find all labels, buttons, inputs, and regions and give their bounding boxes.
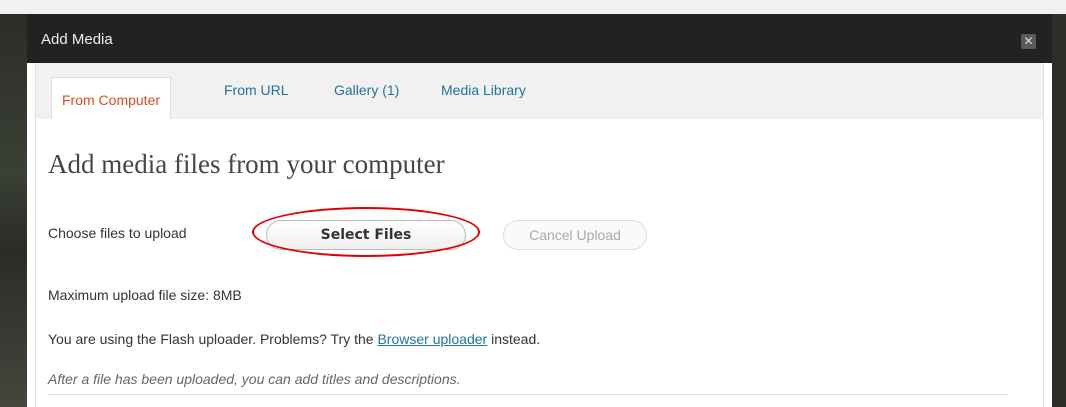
add-media-dialog: Add Media ✕ From Computer From URL Galle… xyxy=(27,14,1052,407)
select-files-button[interactable]: Select Files xyxy=(266,220,466,250)
tab-from-url[interactable]: From URL xyxy=(224,76,289,110)
divider xyxy=(48,394,1008,395)
flash-uploader-notice: You are using the Flash uploader. Proble… xyxy=(48,331,540,347)
backdrop-left xyxy=(0,14,27,407)
tab-from-computer[interactable]: From Computer xyxy=(51,77,172,121)
close-icon[interactable]: ✕ xyxy=(1021,34,1036,49)
dialog-titlebar: Add Media ✕ xyxy=(27,14,1052,63)
tab-media-library[interactable]: Media Library xyxy=(441,76,526,110)
dialog-title: Add Media xyxy=(41,31,113,48)
flash-notice-suffix: instead. xyxy=(491,331,541,347)
max-upload-size: Maximum upload file size: 8MB xyxy=(48,287,242,303)
tab-gallery[interactable]: Gallery (1) xyxy=(334,76,399,110)
browser-uploader-link[interactable]: Browser uploader xyxy=(377,331,487,347)
flash-notice-prefix: You are using the Flash uploader. Proble… xyxy=(48,331,374,347)
cancel-upload-button[interactable]: Cancel Upload xyxy=(503,220,647,250)
page-title: Add media files from your computer xyxy=(48,149,445,179)
backdrop-top xyxy=(0,0,1066,14)
upload-hint: After a file has been uploaded, you can … xyxy=(48,371,461,387)
tab-bar: From Computer From URL Gallery (1) Media… xyxy=(35,63,1044,121)
upload-panel: Add media files from your computer Choos… xyxy=(35,119,1044,407)
choose-files-label: Choose files to upload xyxy=(48,225,187,241)
backdrop-right xyxy=(1052,14,1066,407)
